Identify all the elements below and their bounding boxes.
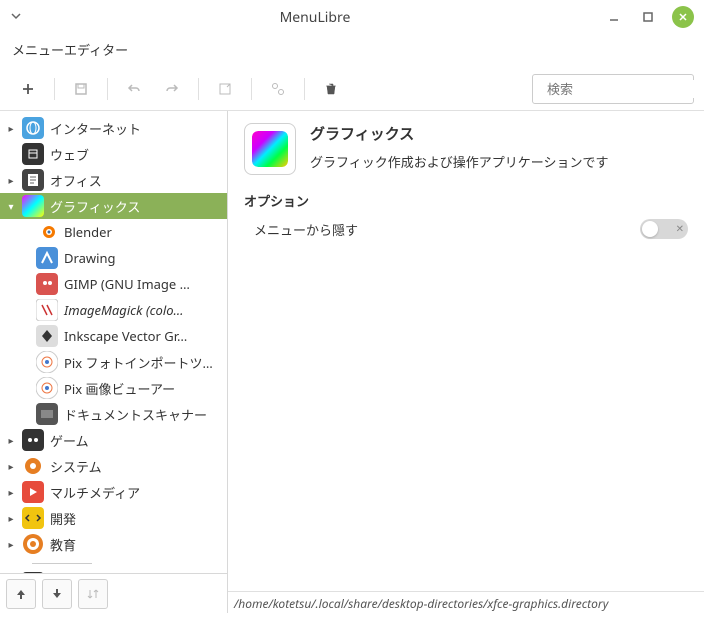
sort-button[interactable] xyxy=(78,579,108,609)
development-icon xyxy=(22,507,44,529)
tree-label: グラフィックス xyxy=(48,197,140,216)
tree-item-web[interactable]: ウェブ xyxy=(0,141,227,167)
office-icon xyxy=(22,169,44,191)
tree-item-blender[interactable]: Blender xyxy=(0,219,227,245)
blender-icon xyxy=(36,221,58,243)
expand-icon[interactable]: ▸ xyxy=(4,537,18,551)
detail-title[interactable]: グラフィックス xyxy=(310,123,608,144)
tree-item-pix-import[interactable]: Pix フォトインポートツ… xyxy=(0,349,227,375)
run-button[interactable] xyxy=(207,71,243,107)
add-button[interactable] xyxy=(10,71,46,107)
tree-item-multimedia[interactable]: ▸ マルチメディア xyxy=(0,479,227,505)
tree-label: マルチメディア xyxy=(48,483,140,502)
imagemagick-icon xyxy=(36,299,58,321)
tree-label: インターネット xyxy=(48,119,141,138)
pix-icon xyxy=(36,351,58,373)
tree-label: Drawing xyxy=(62,249,116,267)
drawing-icon xyxy=(36,247,58,269)
graphics-icon xyxy=(22,195,44,217)
window-subtitle: メニューエディター xyxy=(0,34,704,67)
expand-icon[interactable]: ▸ xyxy=(4,511,18,525)
pix-viewer-icon xyxy=(36,377,58,399)
detail-description[interactable]: グラフィック作成および操作アプリケーションです xyxy=(310,152,608,171)
tree-label: オフィス xyxy=(48,171,102,190)
expand-icon[interactable]: ▸ xyxy=(4,459,18,473)
system-icon xyxy=(22,455,44,477)
undo-button[interactable] xyxy=(116,71,152,107)
delete-button[interactable] xyxy=(313,71,349,107)
separator xyxy=(32,563,92,564)
tree-label: ドキュメントスキャナー xyxy=(62,405,207,424)
tree-label: 開発 xyxy=(48,509,76,528)
multimedia-icon xyxy=(22,481,44,503)
move-up-button[interactable] xyxy=(6,579,36,609)
expand-icon[interactable]: ▸ xyxy=(4,485,18,499)
tree-label: Blender xyxy=(62,223,112,241)
tree-item-scanner[interactable]: ドキュメントスキャナー xyxy=(0,401,227,427)
tree-label: ImageMagick (colo… xyxy=(62,301,184,319)
close-button[interactable] xyxy=(672,6,694,28)
tree-label: システム xyxy=(48,457,102,476)
tree-item-drawing[interactable]: Drawing xyxy=(0,245,227,271)
collapse-icon[interactable]: ▾ xyxy=(4,199,18,213)
gimp-icon xyxy=(36,273,58,295)
statusbar-path: /home/kotetsu/.local/share/desktop-direc… xyxy=(228,591,704,613)
games-icon xyxy=(22,429,44,451)
move-down-button[interactable] xyxy=(42,579,72,609)
tree-label: Inkscape Vector Gr… xyxy=(62,327,187,345)
maximize-button[interactable] xyxy=(638,7,658,27)
tree-item-graphics[interactable]: ▾ グラフィックス xyxy=(0,193,227,219)
save-button[interactable] xyxy=(63,71,99,107)
options-header: オプション xyxy=(244,191,688,210)
redo-button[interactable] xyxy=(154,71,190,107)
tree-item-system[interactable]: ▸ システム xyxy=(0,453,227,479)
window-title: MenuLibre xyxy=(26,8,604,27)
scanner-icon xyxy=(36,403,58,425)
tree-item-education[interactable]: ▸ 教育 xyxy=(0,531,227,557)
web-icon xyxy=(22,143,44,165)
expand-icon[interactable]: ▸ xyxy=(4,173,18,187)
hide-from-menu-label: メニューから隠す xyxy=(244,220,640,239)
hide-from-menu-toggle[interactable]: ✕ xyxy=(640,219,688,239)
internet-icon xyxy=(22,117,44,139)
tree-item-development[interactable]: ▸ 開発 xyxy=(0,505,227,531)
tree-item-games[interactable]: ▸ ゲーム xyxy=(0,427,227,453)
tree-item-pix-viewer[interactable]: Pix 画像ビューアー xyxy=(0,375,227,401)
tree-item-imagemagick[interactable]: ImageMagick (colo… xyxy=(0,297,227,323)
search-input[interactable] xyxy=(547,80,704,98)
tree-label: Pix 画像ビューアー xyxy=(62,379,175,398)
tree-label: GIMP (GNU Image … xyxy=(62,275,190,293)
tree-label: Pix フォトインポートツ… xyxy=(62,353,213,372)
expand-icon[interactable]: ▸ xyxy=(4,121,18,135)
category-tree[interactable]: ▸ インターネット ウェブ ▸ オフィス ▾ グラフィックス Bl xyxy=(0,111,227,573)
minimize-button[interactable] xyxy=(604,7,624,27)
expand-icon[interactable]: ▸ xyxy=(4,433,18,447)
tree-label: ウェブ xyxy=(48,145,89,164)
tree-item-office[interactable]: ▸ オフィス xyxy=(0,167,227,193)
tree-item-internet[interactable]: ▸ インターネット xyxy=(0,115,227,141)
tree-label: ゲーム xyxy=(48,431,89,450)
tree-item-inkscape[interactable]: Inkscape Vector Gr… xyxy=(0,323,227,349)
settings-button[interactable] xyxy=(260,71,296,107)
tree-label: 教育 xyxy=(48,535,76,554)
inkscape-icon xyxy=(36,325,58,347)
toggle-off-icon: ✕ xyxy=(676,221,684,235)
search-box[interactable] xyxy=(532,74,694,104)
tree-item-gimp[interactable]: GIMP (GNU Image … xyxy=(0,271,227,297)
detail-icon[interactable] xyxy=(244,123,296,175)
education-icon xyxy=(22,533,44,555)
menu-chevron-icon[interactable] xyxy=(10,8,26,26)
